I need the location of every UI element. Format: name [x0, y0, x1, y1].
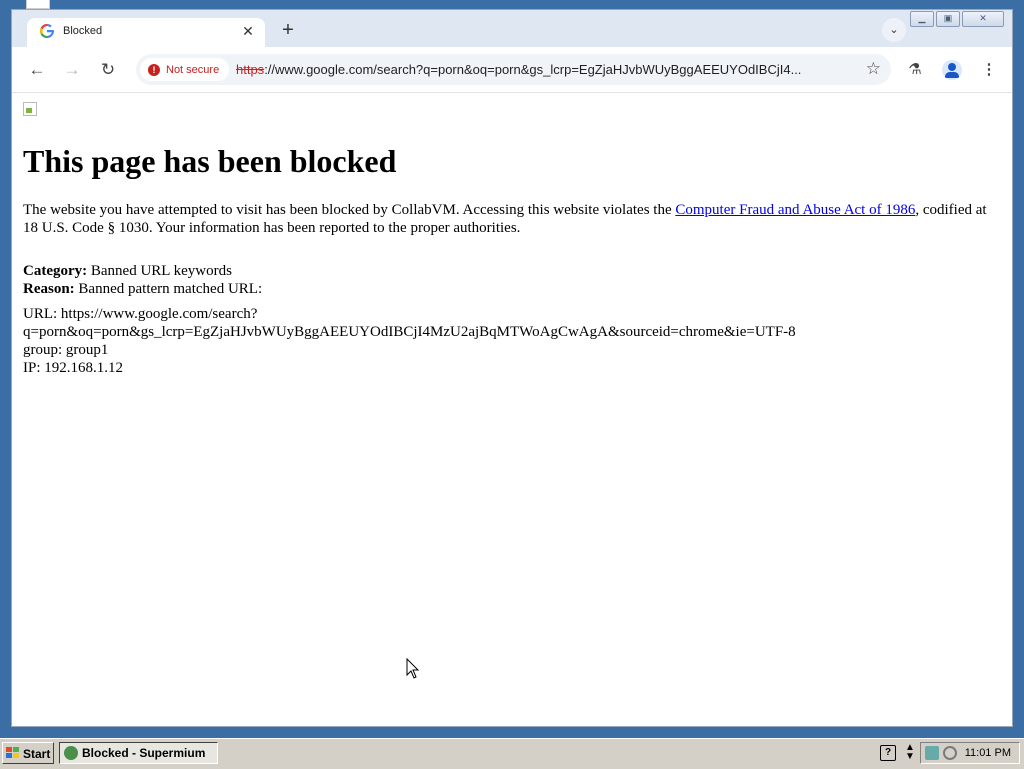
windows-flag-icon [6, 747, 19, 759]
close-window-button[interactable]: ✕ [962, 11, 1004, 27]
url-scheme: https [236, 62, 265, 77]
broken-image-icon [23, 102, 37, 116]
new-tab-button[interactable]: + [277, 20, 299, 42]
reason-line: Reason: Banned pattern matched URL: [23, 280, 262, 298]
taskbar-window-supermium[interactable]: Blocked - Supermium [59, 742, 218, 764]
address-bar[interactable]: ! Not secure https://www.google.com/sear… [136, 54, 891, 85]
reason-value: Banned pattern matched URL: [74, 281, 263, 297]
back-arrow-icon[interactable]: ← [24, 57, 50, 83]
sync-icon[interactable] [943, 746, 957, 760]
help-icon[interactable]: ? [880, 745, 896, 761]
task-label: Blocked - Supermium [82, 746, 206, 760]
category-value: Banned URL keywords [87, 263, 232, 279]
url-text[interactable]: https://www.google.com/search?q=porn&oq=… [236, 62, 846, 77]
supermium-icon [64, 746, 78, 760]
language-arrows-icon[interactable]: ▲ ▼ [905, 743, 915, 762]
block-notice-paragraph: The website you have attempted to visit … [23, 201, 998, 237]
url-rest: ://www.google.com/search?q=porn&oq=porn&… [264, 62, 802, 77]
cfaa-link[interactable]: Computer Fraud and Abuse Act of 1986 [675, 202, 915, 218]
google-favicon-icon [39, 23, 54, 38]
reason-label: Reason: [23, 281, 75, 297]
category-label: Category: [23, 263, 88, 279]
security-chip[interactable]: ! Not secure [140, 58, 230, 81]
reload-icon[interactable]: ↻ [95, 57, 121, 83]
tab-blocked[interactable]: Blocked ✕ [27, 18, 265, 47]
desktop-icon[interactable] [26, 0, 50, 9]
tab-search-chevron-icon[interactable]: ⌄ [882, 18, 906, 42]
start-label: Start [23, 747, 51, 761]
bookmark-star-icon[interactable]: ☆ [866, 59, 881, 79]
profile-avatar-icon[interactable] [940, 58, 964, 82]
taskbar: Start Blocked - Supermium ? ▲ ▼ 11:01 PM [0, 738, 1024, 769]
tab-strip: Blocked ✕ + ⌄ ▁ ▣ ✕ [12, 10, 1012, 47]
labs-flask-icon[interactable]: ⚗ [903, 58, 927, 82]
browser-window: Blocked ✕ + ⌄ ▁ ▣ ✕ ← → ↻ ! Not secure h… [11, 9, 1013, 727]
forward-arrow-icon[interactable]: → [59, 57, 85, 83]
category-line: Category: Banned URL keywords [23, 262, 232, 280]
page-content: This page has been blocked The website y… [12, 93, 1012, 726]
system-tray: 11:01 PM [920, 742, 1020, 764]
minimize-button[interactable]: ▁ [910, 11, 934, 27]
window-controls: ▁ ▣ ✕ [910, 11, 1004, 27]
browser-toolbar: ← → ↻ ! Not secure https://www.google.co… [12, 47, 1012, 93]
intro-text: The website you have attempted to visit … [23, 202, 676, 218]
tab-title: Blocked [63, 25, 103, 37]
block-details: URL: https://www.google.com/search? q=po… [23, 306, 796, 376]
tab-close-icon[interactable]: ✕ [239, 22, 257, 40]
start-button[interactable]: Start [2, 742, 54, 764]
page-heading: This page has been blocked [23, 143, 397, 179]
maximize-button[interactable]: ▣ [936, 11, 960, 27]
clock[interactable]: 11:01 PM [965, 743, 1011, 763]
security-chip-label: Not secure [166, 63, 220, 76]
not-secure-icon: ! [148, 63, 160, 76]
network-icon[interactable] [925, 746, 939, 760]
menu-kebab-icon[interactable]: ⋮ [977, 58, 1001, 82]
mouse-cursor-icon [406, 658, 420, 679]
